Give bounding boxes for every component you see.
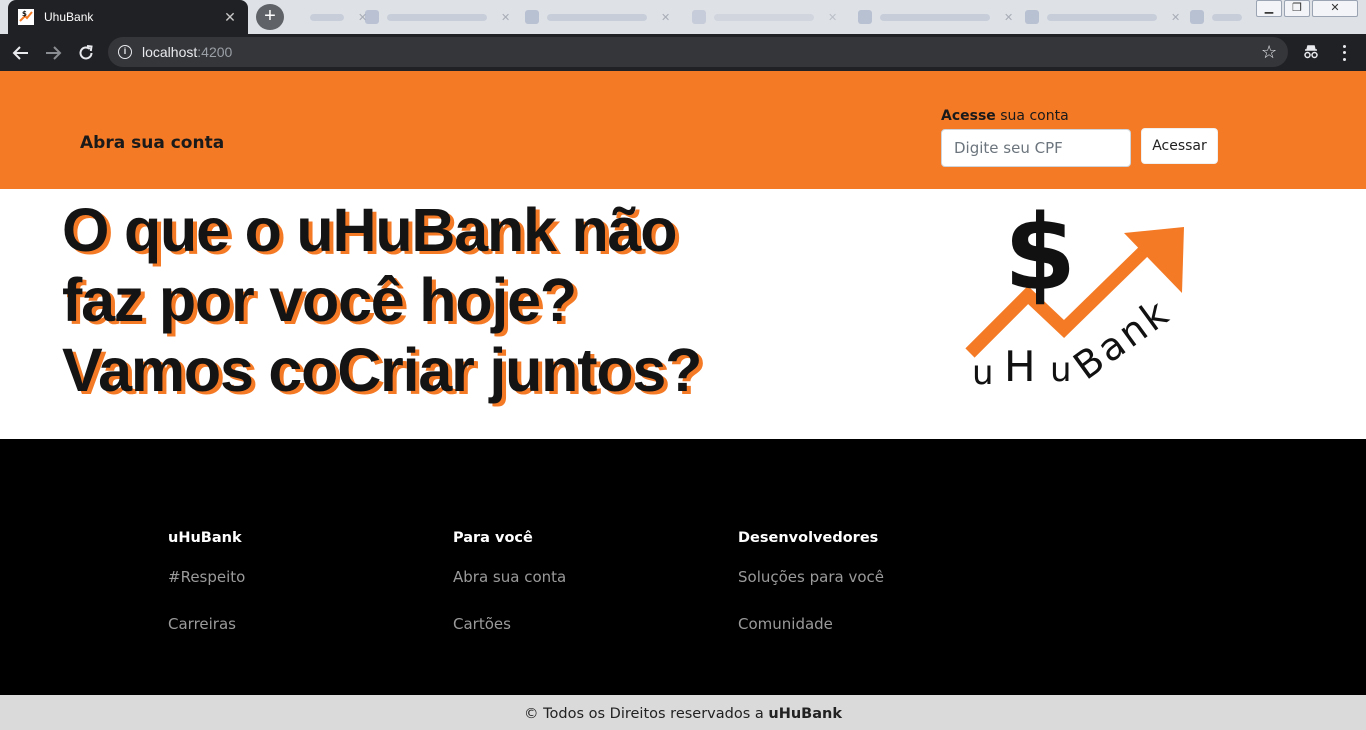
browser-tab-background[interactable]: ✕ bbox=[1015, 4, 1190, 30]
browser-tab-background[interactable]: ✕ bbox=[355, 4, 520, 30]
footer-link[interactable]: #Respeito bbox=[168, 568, 245, 586]
hero-title-line: O que o uHuBank não bbox=[62, 196, 678, 264]
copyright-text: © Todos os Direitos reservados a bbox=[524, 706, 769, 722]
open-account-link[interactable]: Abra sua conta bbox=[80, 133, 224, 153]
close-icon[interactable]: ✕ bbox=[501, 11, 510, 24]
blurred-tab-title bbox=[1047, 13, 1157, 21]
more-menu-icon[interactable] bbox=[1337, 43, 1351, 63]
login-label-rest: sua conta bbox=[995, 108, 1069, 124]
url-host: localhost bbox=[142, 44, 198, 60]
browser-tabstrip: $ UhuBank ✕ + ✕ ✕ ✕ ✕ ✕ ✕ ▁ ❐ ✕ bbox=[0, 0, 1366, 34]
browser-toolbar: i localhost:4200 ☆ bbox=[0, 34, 1366, 71]
url-port: :4200 bbox=[197, 44, 233, 60]
tab-favicon-icon bbox=[1025, 10, 1039, 24]
tab-favicon-icon bbox=[525, 10, 539, 24]
blurred-tab-title bbox=[547, 13, 647, 21]
new-tab-button[interactable]: + bbox=[256, 4, 284, 30]
close-icon[interactable]: ✕ bbox=[1171, 11, 1180, 24]
hero-title: O que o uHuBank não faz por você hoje? V… bbox=[62, 195, 882, 405]
blurred-tab-title bbox=[1212, 13, 1242, 21]
login-label: Acesse sua conta bbox=[941, 108, 1069, 124]
cpf-input[interactable] bbox=[941, 129, 1131, 167]
login-submit-button[interactable]: Acessar bbox=[1141, 128, 1218, 164]
site-footer: uHuBank #Respeito Carreiras Para você Ab… bbox=[0, 439, 1366, 695]
close-icon[interactable]: ✕ bbox=[1004, 11, 1013, 24]
site-header: Abra sua conta Acesse sua conta Acessar bbox=[0, 71, 1366, 189]
blurred-tab-title bbox=[310, 13, 344, 21]
tab-favicon-icon bbox=[1190, 10, 1204, 24]
svg-text:$: $ bbox=[22, 10, 27, 18]
footer-link[interactable]: Carreiras bbox=[168, 615, 245, 633]
copyright-bar: © Todos os Direitos reservados a uHuBank bbox=[0, 695, 1366, 730]
minimize-window-button[interactable]: ▁ bbox=[1256, 0, 1282, 17]
hero-title-line: faz por você hoje? bbox=[62, 266, 577, 334]
copyright-brand: uHuBank bbox=[768, 706, 842, 722]
dollar-symbol: $ bbox=[1004, 197, 1076, 314]
footer-link[interactable]: Cartões bbox=[453, 615, 566, 633]
close-window-button[interactable]: ✕ bbox=[1312, 0, 1358, 17]
browser-tab-background[interactable]: ✕ bbox=[848, 4, 1023, 30]
logo-text-h: H bbox=[1004, 342, 1036, 391]
footer-column-title: uHuBank bbox=[168, 530, 242, 546]
browser-tab-title: UhuBank bbox=[44, 10, 94, 24]
hero-section: O que o uHuBank não faz por você hoje? V… bbox=[0, 189, 1366, 439]
footer-link[interactable]: Comunidade bbox=[738, 615, 884, 633]
uhubank-favicon-icon: $ bbox=[18, 9, 34, 25]
close-icon[interactable]: ✕ bbox=[222, 9, 238, 26]
blurred-tab-title bbox=[387, 13, 487, 21]
address-bar[interactable]: i localhost:4200 bbox=[108, 37, 1288, 67]
info-icon[interactable]: i bbox=[118, 45, 132, 59]
footer-column-desenvolvedores: Desenvolvedores Soluções para você Comun… bbox=[738, 530, 884, 662]
footer-column-uhubank: uHuBank #Respeito Carreiras bbox=[168, 530, 245, 662]
footer-column-title: Desenvolvedores bbox=[738, 530, 879, 546]
forward-arrow-icon[interactable] bbox=[42, 42, 64, 64]
browser-tab-background[interactable]: ✕ bbox=[515, 4, 680, 30]
logo-text-u: u bbox=[972, 353, 994, 393]
tab-favicon-icon bbox=[692, 10, 706, 24]
blurred-tab-title bbox=[880, 13, 990, 21]
close-icon[interactable]: ✕ bbox=[661, 11, 670, 24]
bookmark-star-icon[interactable]: ☆ bbox=[1261, 42, 1277, 62]
uhubank-logo: $ u H u Bank bbox=[965, 197, 1184, 393]
footer-column-para-voce: Para você Abra sua conta Cartões bbox=[453, 530, 566, 662]
window-controls: ▁ ❐ ✕ bbox=[1254, 0, 1358, 17]
footer-link[interactable]: Abra sua conta bbox=[453, 568, 566, 586]
hero-title-line: Vamos coCriar juntos? bbox=[62, 336, 702, 404]
tab-favicon-icon bbox=[365, 10, 379, 24]
reload-icon[interactable] bbox=[75, 42, 97, 64]
login-label-bold: Acesse bbox=[941, 108, 996, 124]
tab-favicon-icon bbox=[858, 10, 872, 24]
footer-column-title: Para você bbox=[453, 530, 533, 546]
restore-window-button[interactable]: ❐ bbox=[1284, 0, 1310, 17]
browser-tab-background[interactable]: ✕ bbox=[682, 4, 847, 30]
blurred-tab-title bbox=[714, 13, 814, 21]
browser-tab-background[interactable] bbox=[1180, 4, 1252, 30]
footer-link[interactable]: Soluções para você bbox=[738, 568, 884, 586]
browser-tab-active[interactable]: $ UhuBank ✕ bbox=[8, 0, 248, 34]
back-arrow-icon[interactable] bbox=[10, 42, 32, 64]
incognito-extension-icon[interactable] bbox=[1302, 43, 1320, 66]
close-icon[interactable]: ✕ bbox=[828, 11, 837, 24]
